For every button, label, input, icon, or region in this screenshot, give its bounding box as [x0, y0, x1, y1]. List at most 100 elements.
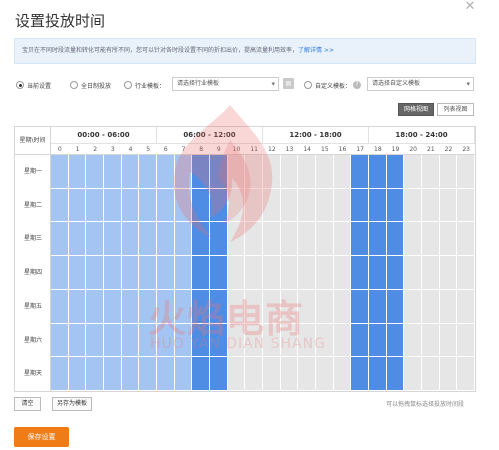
- time-slot-cell[interactable]: [51, 222, 69, 257]
- preview-icon[interactable]: ▤: [283, 78, 294, 89]
- time-slot-cell[interactable]: [68, 256, 87, 290]
- time-slot-cell[interactable]: [227, 323, 246, 358]
- custom-template-select[interactable]: 请选择自定义模板 ▾: [367, 77, 474, 91]
- save-as-template-button[interactable]: 另存为模板: [52, 397, 92, 411]
- time-slot-cell[interactable]: [104, 323, 122, 358]
- time-slot-cell[interactable]: [386, 289, 405, 324]
- time-slot-cell[interactable]: [316, 289, 334, 324]
- help-icon[interactable]: ?: [353, 81, 362, 89]
- time-slot-cell[interactable]: [298, 323, 316, 358]
- time-slot-cell[interactable]: [86, 289, 104, 324]
- time-slot-cell[interactable]: [263, 155, 281, 189]
- time-slot-cell[interactable]: [104, 256, 122, 290]
- time-slot-cell[interactable]: [280, 256, 299, 290]
- time-slot-cell[interactable]: [86, 222, 104, 257]
- time-slot-cell[interactable]: [422, 289, 440, 324]
- time-slot-cell[interactable]: [192, 155, 210, 189]
- time-slot-cell[interactable]: [439, 323, 458, 358]
- time-slot-cell[interactable]: [404, 289, 422, 324]
- time-slot-cell[interactable]: [245, 323, 263, 358]
- time-slot-cell[interactable]: [210, 155, 228, 189]
- time-slot-cell[interactable]: [263, 188, 281, 223]
- time-slot-cell[interactable]: [104, 222, 122, 257]
- time-slot-cell[interactable]: [333, 188, 352, 223]
- time-slot-cell[interactable]: [404, 155, 422, 189]
- time-slot-cell[interactable]: [245, 256, 263, 290]
- time-slot-cell[interactable]: [386, 155, 405, 189]
- time-slot-cell[interactable]: [245, 188, 263, 223]
- time-slot-cell[interactable]: [68, 155, 87, 189]
- time-slot-cell[interactable]: [280, 357, 299, 391]
- time-slot-cell[interactable]: [86, 323, 104, 358]
- option-custom[interactable]: 自定义模板： ?: [304, 77, 362, 93]
- time-slot-cell[interactable]: [369, 155, 387, 189]
- time-slot-cell[interactable]: [280, 222, 299, 257]
- time-slot-cell[interactable]: [404, 222, 422, 257]
- time-slot-cell[interactable]: [316, 155, 334, 189]
- time-slot-cell[interactable]: [369, 289, 387, 324]
- time-slot-cell[interactable]: [86, 256, 104, 290]
- time-slot-cell[interactable]: [51, 357, 69, 391]
- time-slot-cell[interactable]: [404, 357, 422, 391]
- time-slot-cell[interactable]: [422, 188, 440, 223]
- time-slot-cell[interactable]: [263, 256, 281, 290]
- time-slot-cell[interactable]: [333, 155, 352, 189]
- time-slot-cell[interactable]: [192, 188, 210, 223]
- time-slot-cell[interactable]: [404, 188, 422, 223]
- time-slot-cell[interactable]: [192, 323, 210, 358]
- time-slot-cell[interactable]: [404, 256, 422, 290]
- time-slot-cell[interactable]: [51, 289, 69, 324]
- time-slot-cell[interactable]: [369, 357, 387, 391]
- time-slot-cell[interactable]: [210, 256, 228, 290]
- time-slot-cell[interactable]: [280, 323, 299, 358]
- time-slot-cell[interactable]: [439, 222, 458, 257]
- time-slot-cell[interactable]: [86, 188, 104, 223]
- time-slot-cell[interactable]: [457, 188, 475, 223]
- time-slot-cell[interactable]: [280, 289, 299, 324]
- time-slot-cell[interactable]: [439, 256, 458, 290]
- clear-button[interactable]: 清空: [14, 397, 41, 411]
- time-slot-cell[interactable]: [157, 323, 175, 358]
- time-slot-cell[interactable]: [139, 357, 157, 391]
- time-slot-cell[interactable]: [139, 289, 157, 324]
- time-slot-cell[interactable]: [316, 323, 334, 358]
- time-slot-cell[interactable]: [369, 188, 387, 223]
- time-slot-cell[interactable]: [298, 256, 316, 290]
- time-slot-cell[interactable]: [333, 323, 352, 358]
- time-slot-cell[interactable]: [51, 188, 69, 223]
- time-slot-cell[interactable]: [386, 357, 405, 391]
- time-slot-cell[interactable]: [121, 222, 140, 257]
- time-slot-cell[interactable]: [174, 357, 193, 391]
- time-slot-cell[interactable]: [104, 289, 122, 324]
- time-slot-cell[interactable]: [104, 188, 122, 223]
- time-slot-cell[interactable]: [369, 222, 387, 257]
- time-slot-cell[interactable]: [351, 188, 369, 223]
- time-slot-cell[interactable]: [210, 188, 228, 223]
- time-slot-cell[interactable]: [457, 222, 475, 257]
- time-slot-cell[interactable]: [210, 323, 228, 358]
- time-slot-cell[interactable]: [157, 155, 175, 189]
- time-slot-cell[interactable]: [369, 256, 387, 290]
- time-slot-cell[interactable]: [439, 155, 458, 189]
- time-slot-cell[interactable]: [227, 256, 246, 290]
- time-slot-cell[interactable]: [227, 155, 246, 189]
- time-slot-cell[interactable]: [422, 256, 440, 290]
- time-slot-cell[interactable]: [174, 155, 193, 189]
- time-slot-cell[interactable]: [139, 323, 157, 358]
- time-slot-cell[interactable]: [174, 323, 193, 358]
- time-slot-cell[interactable]: [68, 357, 87, 391]
- save-settings-button[interactable]: 保存设置: [14, 427, 69, 447]
- time-slot-cell[interactable]: [227, 289, 246, 324]
- time-slot-cell[interactable]: [333, 357, 352, 391]
- time-slot-cell[interactable]: [68, 323, 87, 358]
- time-slot-cell[interactable]: [139, 256, 157, 290]
- time-slot-cell[interactable]: [351, 222, 369, 257]
- time-slot-cell[interactable]: [68, 222, 87, 257]
- time-slot-cell[interactable]: [422, 155, 440, 189]
- time-slot-cell[interactable]: [351, 155, 369, 189]
- time-slot-cell[interactable]: [104, 357, 122, 391]
- grid-view-button[interactable]: 网格视图: [398, 103, 434, 116]
- time-slot-cell[interactable]: [457, 323, 475, 358]
- time-slot-cell[interactable]: [422, 357, 440, 391]
- option-all-day[interactable]: 全日制投放: [70, 77, 111, 93]
